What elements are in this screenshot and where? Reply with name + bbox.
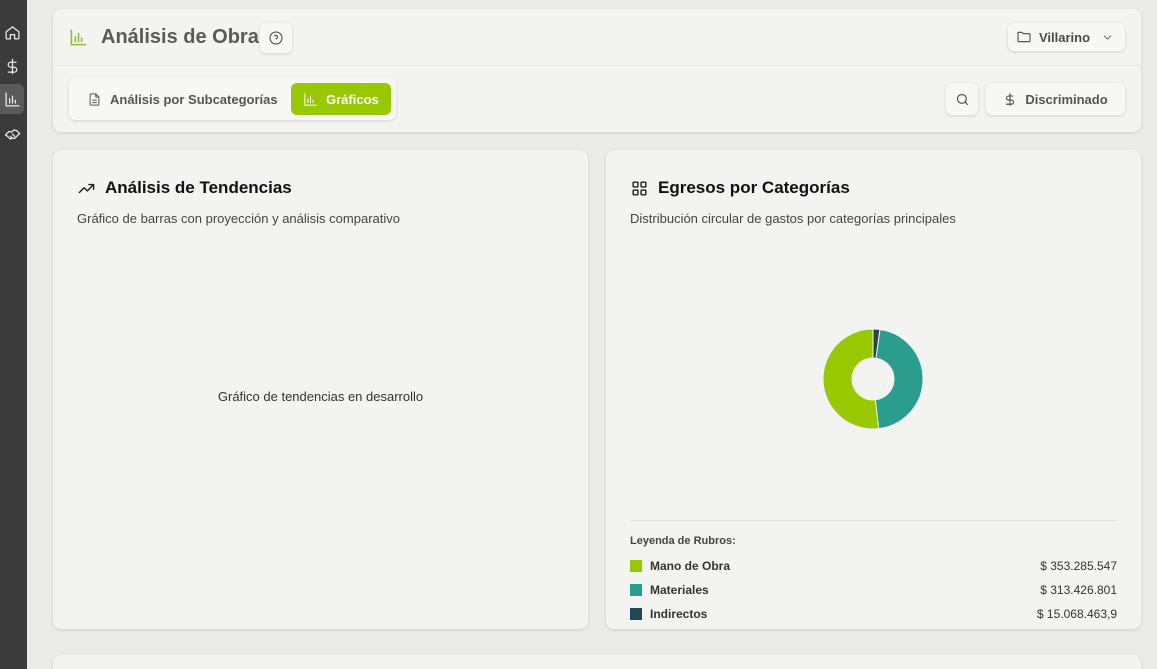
legend-label: Materiales [650, 583, 709, 597]
legend-value: $ 15.068.463,9 [1036, 607, 1117, 621]
header-top-bar: Análisis de Obra Villarino [53, 9, 1141, 66]
categories-card-subtitle: Distribución circular de gastos por cate… [630, 211, 956, 226]
trends-card-header: Análisis de Tendencias [77, 178, 292, 198]
tab-subcategorias[interactable]: Análisis por Subcategorías [75, 83, 290, 115]
project-label: Villarino [1039, 29, 1091, 45]
legend-label: Mano de Obra [650, 559, 731, 573]
dollar-icon [7, 58, 17, 74]
tab-graficos[interactable]: Gráficos [291, 83, 391, 115]
legend-item-materiales: Materiales $ 313.426.801 [630, 582, 1117, 598]
legend-item-mano-de-obra: Mano de Obra $ 353.285.547 [630, 558, 1117, 574]
header-card: Análisis de Obra Villarino Análisis por … [53, 9, 1141, 132]
trends-card-title: Análisis de Tendencias [105, 178, 292, 197]
chevron-down-icon [1103, 34, 1112, 40]
sidebar-item-acuerdos[interactable] [0, 118, 24, 148]
view-tabs: Análisis por Subcategorías Gráficos [69, 78, 396, 120]
legend-swatch [630, 584, 642, 596]
legend-label: Indirectos [650, 607, 708, 621]
legend-divider [630, 520, 1117, 521]
donut-slice-materiales[interactable] [874, 328, 924, 430]
help-circle-icon [269, 31, 283, 45]
trends-card: Análisis de Tendencias Gráfico de barras… [53, 150, 588, 629]
legend-item-indirectos: Indirectos $ 15.068.463,9 [630, 606, 1117, 622]
discriminado-button[interactable]: Discriminado [986, 83, 1125, 115]
donut-slice-mano-de-obra[interactable] [822, 328, 880, 430]
trends-placeholder: Gráfico de tendencias en desarrollo [217, 389, 424, 404]
bar-chart-icon [304, 92, 317, 106]
page-title: Análisis de Obra [101, 26, 259, 48]
sidebar [0, 0, 27, 669]
trending-up-icon [78, 183, 95, 193]
legend-value: $ 353.285.547 [1040, 559, 1117, 573]
bar-chart-icon [4, 91, 20, 107]
bottom-card [53, 655, 1141, 669]
dollar-icon [1006, 92, 1015, 106]
handshake-icon [4, 128, 20, 140]
home-icon [4, 25, 20, 40]
categories-card-header: Egresos por Categorías [630, 178, 850, 198]
sidebar-item-finanzas[interactable] [0, 51, 24, 81]
trends-card-subtitle: Gráfico de barras con proyección y análi… [77, 211, 400, 226]
donut-chart[interactable] [822, 328, 924, 430]
project-selector[interactable]: Villarino [1008, 23, 1125, 51]
sidebar-item-analisis[interactable] [0, 84, 24, 114]
legend-swatch [630, 560, 642, 572]
legend-title: Leyenda de Rubros: [630, 535, 736, 547]
legend-swatch [630, 608, 642, 620]
tab-label: Análisis por Subcategorías [110, 91, 278, 107]
search-icon [956, 93, 968, 105]
grid-icon [632, 180, 647, 196]
help-button[interactable] [260, 23, 292, 53]
search-button[interactable] [946, 83, 978, 115]
sidebar-item-home[interactable] [0, 17, 24, 47]
legend-value: $ 313.426.801 [1040, 583, 1117, 597]
discriminado-label: Discriminado [1025, 91, 1108, 107]
categories-card: Egresos por Categorías Distribución circ… [606, 150, 1141, 629]
bar-chart-icon [69, 28, 88, 47]
categories-card-title: Egresos por Categorías [658, 178, 850, 197]
document-icon [89, 92, 100, 106]
tab-label: Gráficos [326, 91, 379, 107]
folder-icon [1017, 31, 1031, 43]
